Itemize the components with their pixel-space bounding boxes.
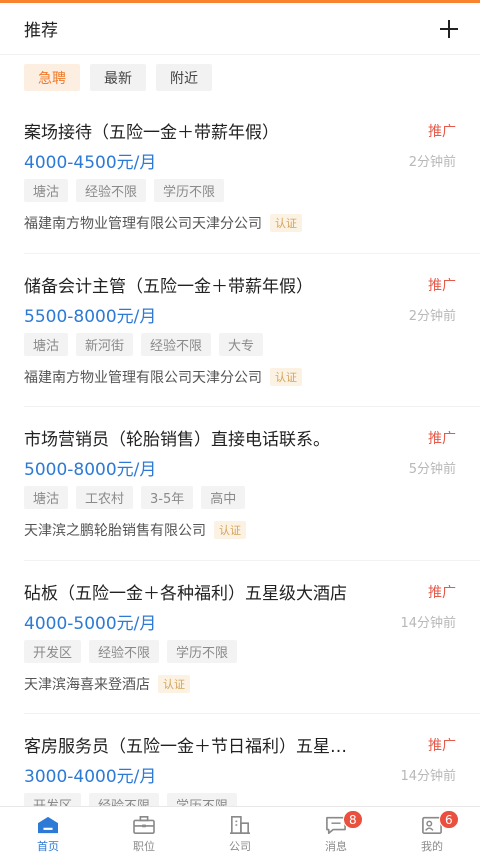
job-salary: 3000-4000元/月 bbox=[24, 767, 157, 787]
job-salary: 4000-4500元/月 bbox=[24, 153, 157, 173]
job-tag: 大专 bbox=[219, 332, 264, 356]
tab-jobs[interactable]: 职位 bbox=[96, 807, 192, 854]
job-tags: 开发区 经验不限 学历不限 bbox=[24, 639, 238, 663]
job-tags: 塘沽 经验不限 学历不限 bbox=[24, 179, 225, 202]
job-tag: 新河街 bbox=[76, 332, 134, 356]
filter-bar: 急聘 最新 附近 bbox=[24, 64, 212, 91]
filter-nearby[interactable]: 附近 bbox=[156, 64, 212, 91]
job-title: 案场接待（五险一金＋带薪年假） bbox=[24, 123, 279, 143]
job-card[interactable]: 砧板（五险一金＋各种福利）五星级大酒店 推广 4000-5000元/月 14分钟… bbox=[24, 561, 480, 714]
filter-label: 急聘 bbox=[38, 70, 66, 87]
job-salary: 5500-8000元/月 bbox=[24, 306, 157, 327]
promo-label: 推广 bbox=[428, 738, 456, 754]
tab-label: 公司 bbox=[229, 840, 251, 853]
company-name: 天津滨海喜来登酒店 bbox=[24, 676, 150, 693]
tab-label: 我的 bbox=[421, 840, 443, 853]
filter-latest[interactable]: 最新 bbox=[90, 64, 146, 91]
post-time: 14分钟前 bbox=[400, 769, 456, 784]
job-title: 客房服务员（五险一金＋节日福利）五星… bbox=[24, 737, 347, 757]
job-tag: 工农村 bbox=[76, 486, 134, 509]
job-card[interactable]: 案场接待（五险一金＋带薪年假） 推广 4000-4500元/月 2分钟前 塘沽 … bbox=[24, 100, 480, 254]
promo-label: 推广 bbox=[428, 277, 456, 294]
job-tag: 塘沽 bbox=[24, 332, 69, 356]
unread-badge: 6 bbox=[439, 810, 459, 829]
company-name: 天津滨之鹏轮胎销售有限公司 bbox=[24, 523, 206, 539]
header: 推荐 bbox=[0, 3, 480, 55]
post-time: 2分钟前 bbox=[408, 308, 456, 324]
job-salary: 4000-5000元/月 bbox=[24, 613, 157, 634]
job-title: 储备会计主管（五险一金＋带薪年假） bbox=[24, 276, 313, 297]
filter-label: 附近 bbox=[170, 70, 198, 87]
job-tags: 塘沽 新河街 经验不限 大专 bbox=[24, 332, 264, 356]
company-row: 天津滨海喜来登酒店 认证 bbox=[24, 674, 190, 694]
post-time: 2分钟前 bbox=[408, 155, 456, 170]
job-title: 市场营销员（轮胎销售）直接电话联系。 bbox=[24, 430, 330, 450]
verified-badge: 认证 bbox=[158, 674, 190, 693]
job-title: 砧板（五险一金＋各种福利）五星级大酒店 bbox=[24, 583, 347, 604]
unread-badge: 8 bbox=[343, 810, 363, 829]
plus-icon[interactable] bbox=[438, 18, 460, 40]
filter-label: 最新 bbox=[104, 70, 132, 87]
job-salary: 5000-8000元/月 bbox=[24, 460, 157, 480]
job-tag: 开发区 bbox=[24, 639, 82, 663]
post-time: 14分钟前 bbox=[400, 615, 456, 631]
job-tag: 学历不限 bbox=[167, 639, 238, 663]
company-row: 福建南方物业管理有限公司天津分公司 认证 bbox=[24, 367, 302, 387]
tab-company[interactable]: 公司 bbox=[192, 807, 288, 854]
tab-label: 首页 bbox=[37, 840, 59, 853]
job-tag: 经验不限 bbox=[76, 179, 147, 202]
job-tags: 塘沽 工农村 3-5年 高中 bbox=[24, 486, 246, 509]
company-name: 福建南方物业管理有限公司天津分公司 bbox=[24, 369, 262, 386]
verified-badge: 认证 bbox=[270, 214, 302, 232]
tab-messages[interactable]: 消息 8 bbox=[288, 807, 384, 854]
verified-badge: 认证 bbox=[214, 521, 246, 539]
tab-profile[interactable]: 我的 6 bbox=[384, 807, 480, 854]
post-time: 5分钟前 bbox=[408, 462, 456, 477]
job-tag: 高中 bbox=[201, 486, 246, 509]
tab-home[interactable]: 首页 bbox=[0, 807, 96, 854]
job-tag: 学历不限 bbox=[154, 179, 225, 202]
job-card[interactable]: 储备会计主管（五险一金＋带薪年假） 推广 5500-8000元/月 2分钟前 塘… bbox=[24, 254, 480, 407]
building-icon bbox=[230, 816, 250, 834]
company-name: 福建南方物业管理有限公司天津分公司 bbox=[24, 216, 262, 232]
promo-label: 推广 bbox=[428, 584, 456, 601]
filter-urgent[interactable]: 急聘 bbox=[24, 64, 80, 91]
job-tag: 塘沽 bbox=[24, 179, 69, 202]
promo-label: 推广 bbox=[428, 124, 456, 140]
bottom-tabbar: 首页 职位 公司 消息 8 我的 6 bbox=[0, 806, 480, 854]
job-tag: 3-5年 bbox=[141, 486, 194, 509]
verified-badge: 认证 bbox=[270, 367, 302, 386]
tab-label: 职位 bbox=[133, 840, 155, 853]
page-title: 推荐 bbox=[24, 21, 58, 41]
job-tag: 经验不限 bbox=[89, 639, 160, 663]
job-list: 案场接待（五险一金＋带薪年假） 推广 4000-4500元/月 2分钟前 塘沽 … bbox=[0, 100, 480, 854]
job-tag: 经验不限 bbox=[141, 332, 212, 356]
company-row: 天津滨之鹏轮胎销售有限公司 认证 bbox=[24, 520, 246, 540]
home-icon bbox=[38, 816, 58, 834]
briefcase-icon bbox=[133, 816, 155, 834]
tab-label: 消息 bbox=[325, 840, 347, 853]
company-row: 福建南方物业管理有限公司天津分公司 认证 bbox=[24, 213, 302, 233]
promo-label: 推广 bbox=[428, 431, 456, 447]
job-tag: 塘沽 bbox=[24, 486, 69, 509]
job-card[interactable]: 市场营销员（轮胎销售）直接电话联系。 推广 5000-8000元/月 5分钟前 … bbox=[24, 407, 480, 561]
